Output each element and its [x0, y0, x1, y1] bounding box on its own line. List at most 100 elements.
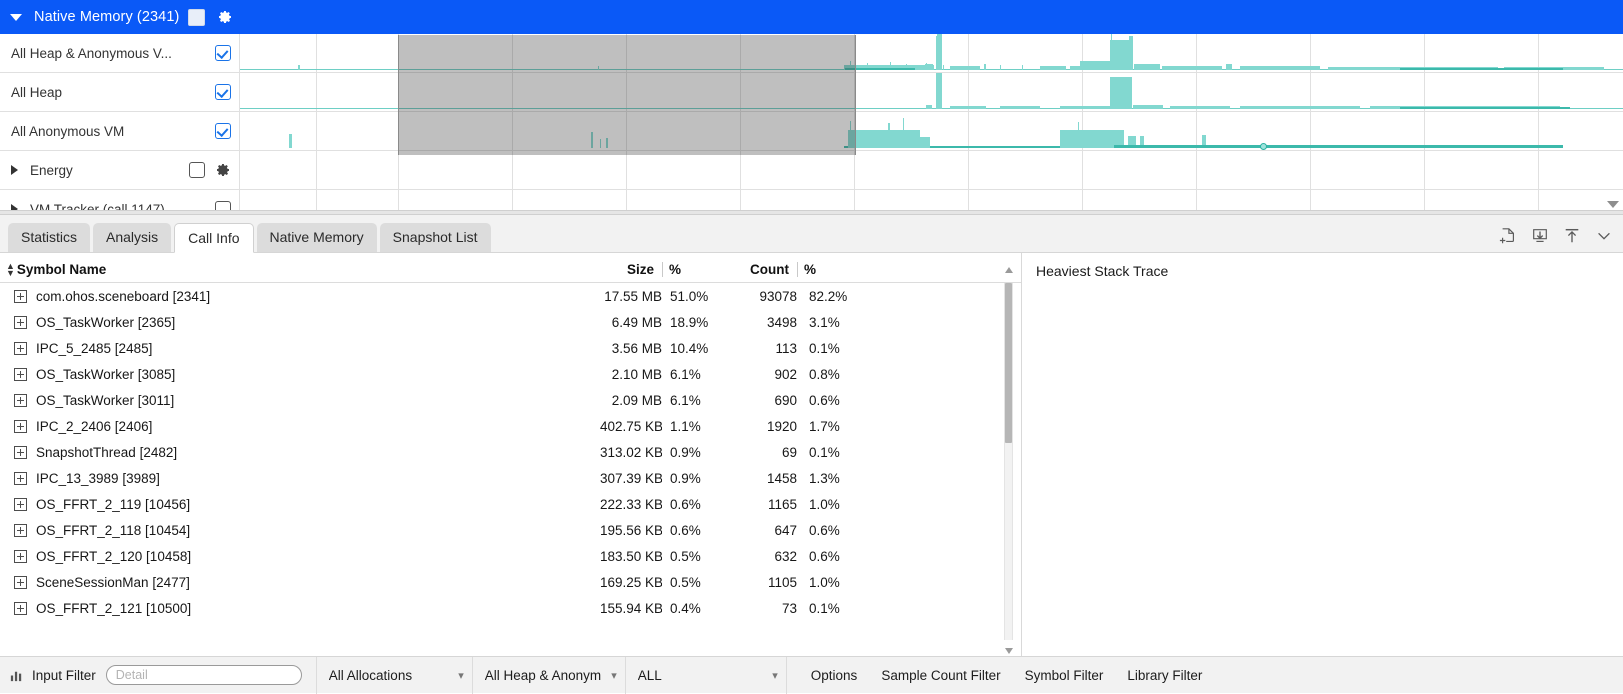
sample-count-filter-link[interactable]: Sample Count Filter [881, 668, 1000, 683]
cell-count: 632 [727, 549, 797, 564]
collapse-up-icon[interactable] [1563, 227, 1581, 245]
expand-icon[interactable] [14, 342, 27, 355]
track-row[interactable]: All Heap [0, 73, 1623, 112]
expand-icon[interactable] [14, 290, 27, 303]
track-chart[interactable] [240, 190, 1623, 210]
scope-select[interactable]: ALL ▾ [626, 657, 786, 694]
input-filter-field[interactable] [106, 665, 302, 685]
track-checkbox[interactable] [189, 162, 205, 178]
column-header-count-pct[interactable]: % [797, 262, 862, 277]
scrollbar-thumb[interactable] [1005, 283, 1012, 443]
native-memory-track-header[interactable]: Native Memory (2341) [0, 0, 1623, 34]
scroll-down-arrow[interactable] [1004, 648, 1013, 654]
expand-icon[interactable] [14, 576, 27, 589]
triangle-right-icon[interactable] [11, 165, 18, 175]
tab-analysis[interactable]: Analysis [93, 223, 171, 252]
track-row[interactable]: All Anonymous VM [0, 112, 1623, 151]
options-link[interactable]: Options [811, 668, 858, 683]
bar-chart-icon[interactable] [0, 668, 32, 683]
expand-icon[interactable] [14, 420, 27, 433]
column-header-size[interactable]: Size [600, 262, 662, 277]
track-chart[interactable] [240, 34, 1623, 72]
track-chart[interactable] [240, 73, 1623, 111]
expand-icon[interactable] [14, 316, 27, 329]
selection-handle-right[interactable] [855, 35, 856, 155]
allocation-type-select[interactable]: All Allocations ▾ [317, 657, 472, 694]
tab-call-info[interactable]: Call Info [174, 223, 253, 253]
expand-icon[interactable] [14, 602, 27, 615]
track-label-cell: VM Tracker (call 1147) [0, 190, 240, 210]
track-checkbox[interactable] [215, 45, 231, 61]
expand-icon[interactable] [14, 524, 27, 537]
heap-type-value: All Heap & Anonymo [485, 668, 601, 683]
track-chart[interactable] [240, 112, 1623, 150]
cell-size-pct: 0.5% [662, 575, 727, 590]
cell-size: 2.09 MB [600, 393, 662, 408]
column-header-count[interactable]: Count [727, 262, 797, 277]
expand-icon[interactable] [14, 550, 27, 563]
track-row-energy[interactable]: Energy [0, 151, 1623, 190]
table-row[interactable]: com.ohos.sceneboard [2341] 17.55 MB 51.0… [0, 283, 1021, 309]
scroll-up-arrow[interactable] [1004, 267, 1013, 273]
track-label-cell: All Anonymous VM [0, 112, 240, 150]
track-chart[interactable] [240, 151, 1623, 189]
tab-statistics[interactable]: Statistics [8, 223, 90, 252]
import-download-icon[interactable] [1531, 227, 1549, 245]
table-row[interactable]: IPC_2_2406 [2406] 402.75 KB 1.1% 1920 1.… [0, 413, 1021, 439]
checkbox-icon[interactable] [188, 9, 205, 26]
track-row-vm-tracker[interactable]: VM Tracker (call 1147) [0, 190, 1623, 210]
expand-icon[interactable] [14, 472, 27, 485]
heap-type-select[interactable]: All Heap & Anonymo ▾ [473, 657, 625, 694]
track-label-cell: All Heap & Anonymous V... [0, 34, 240, 72]
table-row[interactable]: OS_FFRT_2_121 [10500] 155.94 KB 0.4% 73 … [0, 595, 1021, 621]
table-row[interactable]: SceneSessionMan [2477] 169.25 KB 0.5% 11… [0, 569, 1021, 595]
chevron-down-icon[interactable] [1595, 227, 1613, 245]
cell-count: 1458 [727, 471, 797, 486]
table-vertical-scrollbar[interactable] [1004, 283, 1013, 640]
track-checkbox[interactable] [215, 201, 231, 210]
tab-native-memory[interactable]: Native Memory [257, 223, 377, 252]
cell-count-pct: 0.1% [797, 341, 862, 356]
table-row[interactable]: OS_FFRT_2_120 [10458] 183.50 KB 0.5% 632… [0, 543, 1021, 569]
export-file-icon[interactable] [1499, 227, 1517, 245]
gear-icon[interactable] [217, 9, 233, 25]
input-filter-label: Input Filter [32, 668, 96, 683]
column-header-symbol-name[interactable]: ▲▼ Symbol Name [0, 262, 600, 277]
track-row[interactable]: All Heap & Anonymous V... [0, 34, 1623, 73]
cell-count: 1165 [727, 497, 797, 512]
tab-snapshot-list[interactable]: Snapshot List [380, 223, 491, 252]
cell-symbol: com.ohos.sceneboard [2341] [0, 289, 600, 304]
symbol-filter-link[interactable]: Symbol Filter [1025, 668, 1104, 683]
table-row[interactable]: OS_TaskWorker [3011] 2.09 MB 6.1% 690 0.… [0, 387, 1021, 413]
table-row[interactable]: IPC_13_3989 [3989] 307.39 KB 0.9% 1458 1… [0, 465, 1021, 491]
triangle-right-icon[interactable] [11, 204, 18, 210]
table-row[interactable]: OS_FFRT_2_119 [10456] 222.33 KB 0.6% 116… [0, 491, 1021, 517]
gear-icon[interactable] [215, 162, 231, 178]
table-row[interactable]: IPC_5_2485 [2485] 3.56 MB 10.4% 113 0.1% [0, 335, 1021, 361]
table-rows: com.ohos.sceneboard [2341] 17.55 MB 51.0… [0, 283, 1021, 621]
table-row[interactable]: OS_FFRT_2_118 [10454] 195.56 KB 0.6% 647… [0, 517, 1021, 543]
cell-count: 902 [727, 367, 797, 382]
sort-updown-icon[interactable]: ▲▼ [6, 263, 15, 277]
cell-size-pct: 6.1% [662, 393, 727, 408]
expand-icon[interactable] [14, 394, 27, 407]
expand-icon[interactable] [14, 446, 27, 459]
table-row[interactable]: OS_TaskWorker [3085] 2.10 MB 6.1% 902 0.… [0, 361, 1021, 387]
table-row[interactable]: OS_TaskWorker [2365] 6.49 MB 18.9% 3498 … [0, 309, 1021, 335]
symbol-text: com.ohos.sceneboard [2341] [36, 289, 210, 304]
triangle-down-icon[interactable] [10, 14, 22, 21]
table-header-row: ▲▼ Symbol Name Size % Count % [0, 253, 1021, 283]
expand-icon[interactable] [14, 368, 27, 381]
expand-icon[interactable] [14, 498, 27, 511]
column-header-size-pct[interactable]: % [662, 262, 727, 277]
call-info-table: ▲▼ Symbol Name Size % Count % com.ohos.s… [0, 253, 1022, 656]
track-checkbox[interactable] [215, 123, 231, 139]
library-filter-link[interactable]: Library Filter [1127, 668, 1202, 683]
timeline-scroll-down-arrow[interactable] [1607, 201, 1619, 208]
cell-count-pct: 82.2% [797, 289, 862, 304]
selection-handle-left[interactable] [398, 35, 399, 155]
vm-marker-icon[interactable] [1260, 143, 1267, 150]
track-checkbox[interactable] [215, 84, 231, 100]
table-row[interactable]: SnapshotThread [2482] 313.02 KB 0.9% 69 … [0, 439, 1021, 465]
cell-count: 1105 [727, 575, 797, 590]
